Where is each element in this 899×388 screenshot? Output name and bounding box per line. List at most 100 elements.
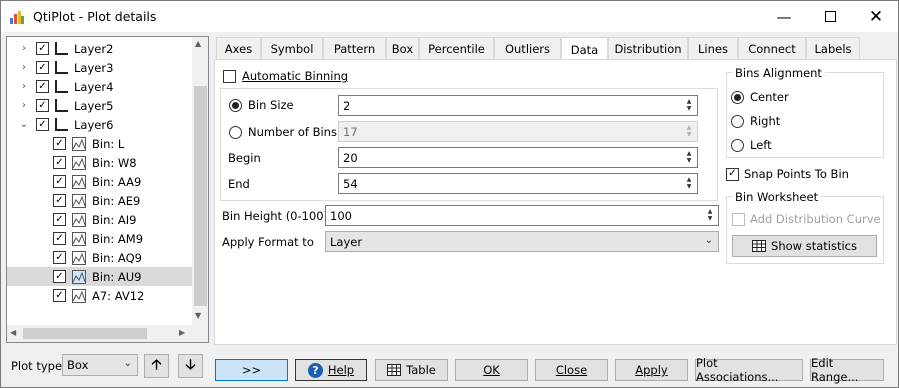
alignment-left-radio[interactable]: Left	[731, 138, 772, 152]
tree-item[interactable]: ✓ Bin: AI9	[7, 210, 192, 229]
scroll-right-icon[interactable]: ▶	[179, 328, 185, 337]
tab-box[interactable]: Box	[386, 37, 419, 60]
tree-item[interactable]: ✓ Bin: L	[7, 134, 192, 153]
help-button[interactable]: ? Help	[295, 359, 367, 381]
apply-format-combo[interactable]: Layer ⌄	[325, 231, 719, 252]
tree-item-label: Layer4	[74, 79, 114, 94]
tree-item[interactable]: ✓ Bin: W8	[7, 153, 192, 172]
tab-pattern[interactable]: Pattern	[323, 37, 386, 60]
begin-spinbox[interactable]: 20 ▲ ▼	[338, 147, 698, 168]
tree-item-checkbox[interactable]: ✓	[53, 289, 66, 302]
snap-points-box[interactable]: ✓	[726, 167, 739, 181]
end-spinbox[interactable]: 54 ▲ ▼	[338, 173, 698, 194]
alignment-radio-indicator[interactable]	[731, 90, 744, 104]
move-down-button[interactable]: 🡣	[178, 354, 203, 378]
automatic-binning-checkbox[interactable]: Automatic Binning	[223, 69, 348, 83]
begin-spin-arrows[interactable]: ▲ ▼	[683, 150, 695, 165]
show-statistics-button[interactable]: Show statistics	[732, 235, 877, 257]
tree-item[interactable]: ✓ Bin: AA9	[7, 172, 192, 191]
chevron-right-icon[interactable]: ›	[17, 62, 31, 73]
bin-height-spin-arrows[interactable]: ▲ ▼	[704, 208, 716, 223]
maximize-button[interactable]	[807, 1, 853, 32]
bin-size-spinbox[interactable]: 2 ▲ ▼	[338, 95, 698, 116]
tree-item-checkbox[interactable]: ✓	[36, 42, 49, 55]
end-spin-arrows[interactable]: ▲ ▼	[683, 176, 695, 191]
plot-type-value: Box	[67, 358, 89, 372]
tree-item-checkbox[interactable]: ✓	[53, 270, 66, 283]
bin-size-spin-arrows[interactable]: ▲ ▼	[683, 98, 695, 113]
tree-item-checkbox[interactable]: ✓	[53, 194, 66, 207]
ok-button[interactable]: OK	[455, 359, 528, 381]
tree-item[interactable]: ✓ A7: AV12	[7, 286, 192, 305]
scroll-down-icon[interactable]: ▼	[195, 311, 201, 320]
add-distribution-curve-box[interactable]	[732, 212, 745, 226]
chevron-right-icon[interactable]: ›	[17, 43, 31, 54]
chevron-right-icon[interactable]: ›	[17, 100, 31, 111]
tab-outliers[interactable]: Outliers	[494, 37, 561, 60]
bin-worksheet-title: Bin Worksheet	[732, 190, 822, 204]
tree-item[interactable]: ✓ Bin: AE9	[7, 191, 192, 210]
tree-item-checkbox[interactable]: ✓	[53, 137, 66, 150]
chevron-right-icon[interactable]: ›	[17, 81, 31, 92]
number-of-bins-radio[interactable]: Number of Bins	[229, 125, 337, 139]
title-bar: QtiPlot - Plot details — ✕	[0, 0, 899, 32]
histogram-curve-icon	[72, 174, 86, 189]
tab-data[interactable]: Data	[561, 37, 608, 61]
plot-associations-button[interactable]: Plot Associations...	[695, 356, 803, 384]
move-up-button[interactable]: 🡡	[144, 354, 169, 378]
alignment-center-radio[interactable]: Center	[731, 90, 789, 104]
tab-symbol[interactable]: Symbol	[261, 37, 323, 60]
tab-axes[interactable]: Axes	[216, 37, 261, 60]
scroll-left-icon[interactable]: ◀	[10, 328, 16, 337]
close-window-button[interactable]: ✕	[853, 1, 899, 32]
alignment-radio-indicator[interactable]	[731, 138, 744, 152]
tab-connect[interactable]: Connect	[738, 37, 806, 60]
tree-scroll-thumb[interactable]	[194, 86, 207, 306]
bin-size-radio[interactable]: Bin Size	[229, 98, 294, 112]
table-button[interactable]: Table	[375, 359, 448, 381]
tree-item-checkbox[interactable]: ✓	[53, 251, 66, 264]
tree-item-checkbox[interactable]: ✓	[36, 99, 49, 112]
tab-lines[interactable]: Lines	[688, 37, 738, 60]
tree-item[interactable]: ✓ Bin: AM9	[7, 229, 192, 248]
tree-item[interactable]: ✓ Bin: AU9	[7, 267, 192, 286]
scroll-up-icon[interactable]: ▲	[195, 39, 201, 48]
snap-points-checkbox[interactable]: ✓ Snap Points To Bin	[726, 167, 849, 181]
tree-item-checkbox[interactable]: ✓	[53, 213, 66, 226]
plot-type-combo[interactable]: Box ⌄	[62, 354, 138, 376]
tree-item-checkbox[interactable]: ✓	[36, 80, 49, 93]
number-of-bins-spin-arrows[interactable]: ▲ ▼	[683, 124, 695, 139]
alignment-right-radio[interactable]: Right	[731, 114, 780, 128]
add-distribution-curve-checkbox[interactable]: Add Distribution Curve	[732, 212, 881, 226]
tree-item[interactable]: › ✓ Layer2	[7, 39, 192, 58]
tree-item[interactable]: › ✓ Layer5	[7, 96, 192, 115]
bin-size-radio-indicator[interactable]	[229, 98, 242, 112]
tree-hscroll-thumb[interactable]	[23, 328, 147, 339]
tree-item-checkbox[interactable]: ✓	[53, 156, 66, 169]
more-button[interactable]: >>	[215, 359, 288, 381]
tree-item-checkbox[interactable]: ✓	[36, 118, 49, 131]
automatic-binning-box[interactable]	[223, 69, 236, 83]
number-of-bins-spinbox[interactable]: 17 ▲ ▼	[338, 121, 698, 142]
minimize-button[interactable]: —	[761, 1, 807, 32]
number-of-bins-radio-indicator[interactable]	[229, 125, 242, 139]
tree-item-checkbox[interactable]: ✓	[53, 175, 66, 188]
tree-horizontal-scrollbar[interactable]: ◀ ▶	[7, 325, 192, 342]
tree-vertical-scrollbar[interactable]: ▲ ▼	[192, 37, 208, 342]
close-button[interactable]: Close	[535, 359, 608, 381]
edit-range-button[interactable]: Edit Range...	[810, 356, 884, 384]
apply-button[interactable]: Apply	[615, 359, 688, 381]
chevron-down-icon[interactable]: ⌄	[17, 119, 31, 130]
alignment-radio-indicator[interactable]	[731, 114, 744, 128]
tree-item[interactable]: ⌄ ✓ Layer6	[7, 115, 192, 134]
tree-item-checkbox[interactable]: ✓	[36, 61, 49, 74]
tab-labels[interactable]: Labels	[806, 37, 860, 60]
bin-height-spinbox[interactable]: 100 ▲ ▼	[325, 205, 719, 226]
histogram-curve-icon	[72, 250, 86, 265]
tab-distribution[interactable]: Distribution	[608, 37, 688, 60]
tree-item[interactable]: › ✓ Layer3	[7, 58, 192, 77]
tab-percentile[interactable]: Percentile	[419, 37, 494, 60]
tree-item[interactable]: › ✓ Layer4	[7, 77, 192, 96]
tree-item[interactable]: ✓ Bin: AQ9	[7, 248, 192, 267]
tree-item-checkbox[interactable]: ✓	[53, 232, 66, 245]
